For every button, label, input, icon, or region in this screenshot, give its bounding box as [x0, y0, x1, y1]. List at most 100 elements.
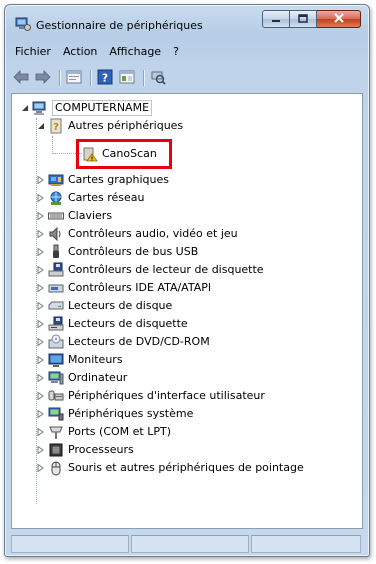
speaker-icon	[48, 226, 64, 242]
expand-triangle-icon[interactable]	[36, 352, 45, 368]
svg-text:?: ?	[53, 122, 59, 133]
minimize-button[interactable]	[262, 10, 290, 28]
tree-item-label: Lecteurs de DVD/CD-ROM	[68, 335, 210, 348]
tree-item-processeurs[interactable]: Processeurs	[36, 441, 134, 459]
tree-item-lecteurs-disque[interactable]: Lecteurs de disque	[36, 297, 172, 315]
tree-item-claviers[interactable]: Claviers	[36, 207, 112, 225]
menu-bar: Fichier Action Affichage ?	[11, 43, 187, 61]
tree-item-label: Lecteurs de disque	[68, 299, 173, 312]
highlight-box	[76, 139, 172, 169]
device-manager-icon	[15, 17, 31, 31]
minimize-icon	[271, 13, 281, 26]
maximize-button[interactable]	[290, 10, 317, 28]
scan-hardware-button[interactable]	[148, 68, 168, 88]
tree-item-controleurs-audio[interactable]: Contrôleurs audio, vidéo et jeu	[36, 225, 238, 243]
tree-item-label: Contrôleurs IDE ATA/ATAPI	[68, 281, 212, 294]
keyboard-icon	[48, 208, 64, 224]
properties-icon	[66, 70, 82, 87]
svg-text:?: ?	[102, 71, 108, 84]
menu-help[interactable]: ?	[169, 43, 187, 61]
window-title: Gestionnaire de périphériques	[36, 19, 203, 32]
expand-triangle-icon[interactable]	[36, 280, 45, 296]
tree-item-label: Ordinateur	[68, 371, 128, 384]
toolbar: ?	[11, 67, 170, 89]
toolbar-separator	[90, 70, 91, 86]
tree-item-controleurs-disquette[interactable]: Contrôleurs de lecteur de disquette	[36, 261, 264, 279]
tree-item-label: Lecteurs de disquette	[68, 317, 188, 330]
tree-item-peripheriques-interface[interactable]: Périphériques d'interface utilisateur	[36, 387, 265, 405]
expand-triangle-icon[interactable]	[36, 460, 45, 476]
collapse-triangle-icon[interactable]	[20, 100, 29, 116]
tree-root[interactable]: COMPUTERNAME	[20, 99, 153, 117]
disk-drive-icon	[48, 298, 64, 314]
title-bar[interactable]: Gestionnaire de périphériques	[5, 5, 369, 37]
port-icon	[48, 424, 64, 440]
tree-item-label: Contrôleurs audio, vidéo et jeu	[68, 227, 238, 240]
expand-triangle-icon[interactable]	[36, 442, 45, 458]
dvd-drive-icon	[48, 334, 64, 350]
expand-triangle-icon[interactable]	[36, 226, 45, 242]
floppy-drive-icon	[48, 316, 64, 332]
expand-triangle-icon[interactable]	[36, 370, 45, 386]
forward-button[interactable]	[33, 68, 53, 88]
close-icon	[333, 12, 345, 26]
help-button[interactable]: ?	[95, 68, 115, 88]
close-button[interactable]	[317, 10, 361, 28]
menu-affichage[interactable]: Affichage	[105, 43, 169, 61]
scan-hardware-icon	[150, 69, 166, 88]
caption-buttons	[262, 10, 361, 28]
status-cell	[11, 535, 129, 553]
status-cell	[131, 535, 249, 553]
expand-triangle-icon[interactable]	[36, 388, 45, 404]
tree-item-controleurs-usb[interactable]: Contrôleurs de bus USB	[36, 243, 198, 261]
forward-arrow-icon	[35, 69, 51, 87]
expand-triangle-icon[interactable]	[36, 406, 45, 422]
tree-item-label: Contrôleurs de bus USB	[68, 245, 199, 258]
expand-triangle-icon[interactable]	[36, 262, 45, 278]
tree-item-label: Périphériques d'interface utilisateur	[68, 389, 265, 402]
tree-item-ports[interactable]: Ports (COM et LPT)	[36, 423, 171, 441]
tree-item-label: Ports (COM et LPT)	[68, 425, 172, 438]
toolbar-separator	[59, 70, 60, 86]
network-adapter-icon	[48, 190, 64, 206]
tree-item-cartes-graphiques[interactable]: Cartes graphiques	[36, 171, 169, 189]
system-device-icon	[48, 406, 64, 422]
expand-triangle-icon[interactable]	[36, 172, 45, 188]
monitor-icon	[48, 352, 64, 368]
expand-triangle-icon[interactable]	[36, 298, 45, 314]
mouse-icon	[48, 460, 64, 476]
toolbar-separator	[143, 70, 144, 86]
tree-item-peripheriques-systeme[interactable]: Périphériques système	[36, 405, 193, 423]
tree-item-lecteurs-disquette[interactable]: Lecteurs de disquette	[36, 315, 188, 333]
expand-triangle-icon[interactable]	[36, 316, 45, 332]
tree-item-controleurs-ide[interactable]: Contrôleurs IDE ATA/ATAPI	[36, 279, 211, 297]
tree-item-label: Cartes réseau	[68, 191, 145, 204]
tree-item-cartes-reseau[interactable]: Cartes réseau	[36, 189, 145, 207]
expand-triangle-icon[interactable]	[36, 244, 45, 260]
tree-item-ordinateur[interactable]: Ordinateur	[36, 369, 127, 387]
expand-triangle-icon[interactable]	[36, 424, 45, 440]
menu-fichier[interactable]: Fichier	[11, 43, 59, 61]
expand-triangle-icon[interactable]	[36, 190, 45, 206]
computer-icon	[32, 100, 48, 116]
root-label: COMPUTERNAME	[52, 100, 153, 116]
tree-item-lecteurs-dvd[interactable]: Lecteurs de DVD/CD-ROM	[36, 333, 210, 351]
properties-button[interactable]	[64, 68, 84, 88]
computer-small-icon	[48, 370, 64, 386]
status-cell	[251, 535, 361, 553]
show-hidden-button[interactable]	[117, 68, 137, 88]
tree-item-other-devices[interactable]: ? Autres périphériques	[36, 117, 183, 135]
back-button[interactable]	[11, 68, 31, 88]
expand-triangle-icon[interactable]	[36, 334, 45, 350]
expand-triangle-icon[interactable]	[36, 208, 45, 224]
tree-item-moniteurs[interactable]: Moniteurs	[36, 351, 123, 369]
tree-item-label: Autres périphériques	[68, 119, 184, 132]
processor-icon	[48, 442, 64, 458]
menu-action[interactable]: Action	[59, 43, 105, 61]
back-arrow-icon	[13, 69, 29, 87]
collapse-triangle-icon[interactable]	[36, 118, 45, 134]
display-adapter-icon	[48, 172, 64, 188]
tree-item-souris[interactable]: Souris et autres périphériques de pointa…	[36, 459, 304, 477]
device-tree[interactable]: COMPUTERNAME ? Autres périphériques Cano…	[11, 93, 363, 529]
tree-connector	[52, 136, 53, 154]
